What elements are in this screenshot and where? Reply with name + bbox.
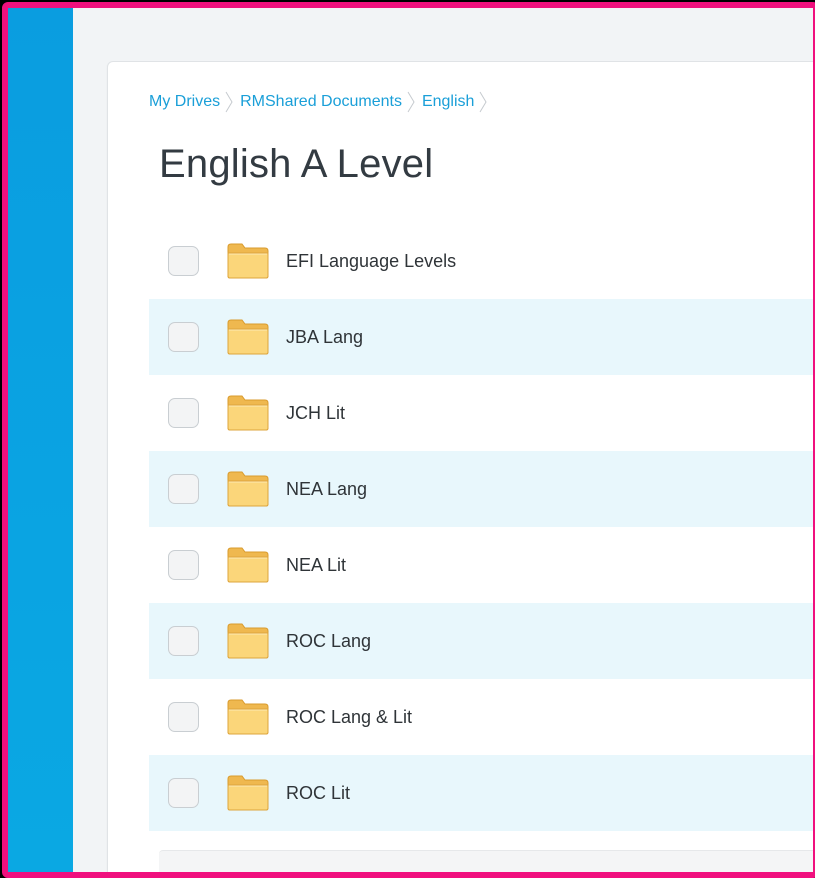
folder-name[interactable]: ROC Lit [286, 783, 350, 804]
list-item[interactable]: ROC Lit [149, 755, 813, 831]
row-checkbox[interactable] [168, 778, 199, 808]
breadcrumb-my-drives[interactable]: My Drives [149, 93, 220, 111]
row-checkbox[interactable] [168, 626, 199, 656]
folder-icon [227, 319, 269, 355]
folder-name[interactable]: JCH Lit [286, 403, 345, 424]
folder-icon [227, 471, 269, 507]
breadcrumb-english[interactable]: English [422, 93, 474, 111]
list-item[interactable]: EFI Language Levels [149, 223, 813, 299]
page-title: English A Level [159, 142, 434, 186]
chevron-right-icon [480, 91, 488, 113]
folder-name[interactable]: NEA Lang [286, 479, 367, 500]
folder-icon [227, 243, 269, 279]
list-item[interactable]: JBA Lang [149, 299, 813, 375]
app-window-frame: My Drives RMShared Documents English Eng… [2, 2, 815, 878]
folder-name[interactable]: ROC Lang [286, 631, 371, 652]
list-item[interactable]: NEA Lang [149, 451, 813, 527]
folder-name[interactable]: JBA Lang [286, 327, 363, 348]
list-item[interactable]: NEA Lit [149, 527, 813, 603]
folder-name[interactable]: NEA Lit [286, 555, 346, 576]
folder-icon [227, 699, 269, 735]
row-checkbox[interactable] [168, 398, 199, 428]
row-checkbox[interactable] [168, 474, 199, 504]
folder-icon [227, 547, 269, 583]
folder-icon [227, 623, 269, 659]
chevron-right-icon [407, 91, 415, 113]
chevron-right-icon [225, 91, 233, 113]
row-checkbox[interactable] [168, 246, 199, 276]
list-item[interactable]: ROC Lang & Lit [149, 679, 813, 755]
row-checkbox[interactable] [168, 702, 199, 732]
folder-list: EFI Language Levels JBA Lang JCH Lit NEA… [149, 223, 813, 831]
file-browser-panel: My Drives RMShared Documents English Eng… [107, 61, 813, 872]
list-item[interactable]: ROC Lang [149, 603, 813, 679]
folder-icon [227, 775, 269, 811]
breadcrumb: My Drives RMShared Documents English [149, 87, 494, 117]
folder-icon [227, 395, 269, 431]
breadcrumb-rmshared-documents[interactable]: RMShared Documents [240, 93, 402, 111]
panel-footer [159, 850, 813, 872]
row-checkbox[interactable] [168, 550, 199, 580]
row-checkbox[interactable] [168, 322, 199, 352]
folder-name[interactable]: EFI Language Levels [286, 251, 456, 272]
folder-name[interactable]: ROC Lang & Lit [286, 707, 412, 728]
sidebar-strip [8, 8, 73, 872]
list-item[interactable]: JCH Lit [149, 375, 813, 451]
